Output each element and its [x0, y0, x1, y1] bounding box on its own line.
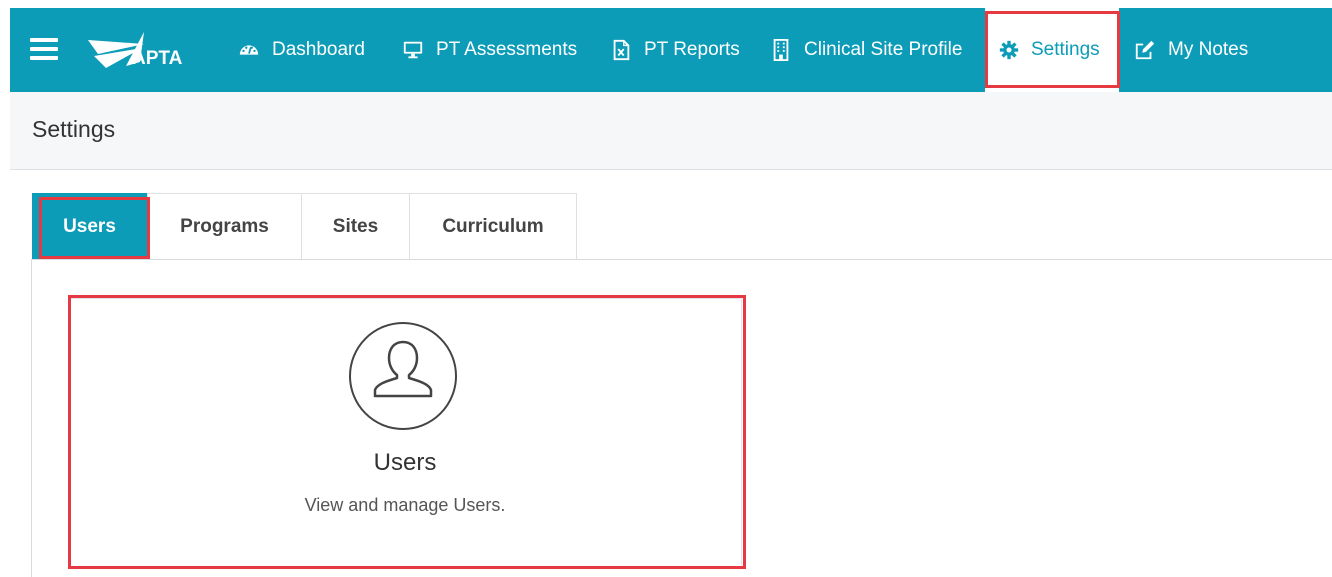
nav-label: Dashboard: [272, 39, 365, 60]
nav-settings[interactable]: Settings: [985, 8, 1119, 92]
nav-label: My Notes: [1168, 39, 1249, 60]
nav-pt-reports[interactable]: PT Reports: [610, 8, 740, 92]
tab-users[interactable]: Users: [32, 193, 147, 259]
svg-text:APTA: APTA: [132, 48, 183, 69]
building-icon: [773, 39, 789, 61]
dashboard-gauge-icon: [239, 45, 259, 55]
monitor-icon: [403, 41, 423, 59]
nav-dashboard[interactable]: Dashboard: [238, 8, 365, 92]
app-window: APTA Dashboard PT Assessments PT Reports…: [10, 8, 1332, 577]
top-navigation-bar: APTA Dashboard PT Assessments PT Reports…: [10, 8, 1332, 92]
nav-label: PT Assessments: [436, 39, 578, 60]
nav-label: Clinical Site Profile: [804, 39, 963, 60]
card-title: Users: [373, 449, 437, 476]
nav-pt-assessments[interactable]: PT Assessments: [402, 8, 577, 92]
tabs-divider: [31, 259, 1332, 260]
excel-file-icon: [613, 39, 630, 61]
gear-icon: [999, 40, 1019, 60]
nav-clinical-site-profile[interactable]: Clinical Site Profile: [770, 8, 962, 92]
nav-label: PT Reports: [644, 39, 740, 60]
apta-logo[interactable]: APTA: [86, 26, 190, 74]
nav-my-notes[interactable]: My Notes: [1134, 8, 1248, 92]
menu-hamburger-icon[interactable]: [30, 38, 58, 60]
nav-label: Settings: [1031, 39, 1100, 60]
page-title: Settings: [32, 116, 116, 142]
edit-note-icon: [1135, 40, 1155, 60]
card-description: View and manage Users.: [304, 495, 506, 515]
tab-sites[interactable]: Sites: [301, 193, 410, 259]
user-circle-icon: [349, 322, 457, 430]
page-header: Settings: [10, 92, 1332, 170]
users-card[interactable]: Users View and manage Users.: [68, 298, 742, 568]
tab-programs[interactable]: Programs: [147, 193, 302, 259]
tab-curriculum[interactable]: Curriculum: [409, 193, 577, 259]
content-border: [31, 260, 32, 577]
